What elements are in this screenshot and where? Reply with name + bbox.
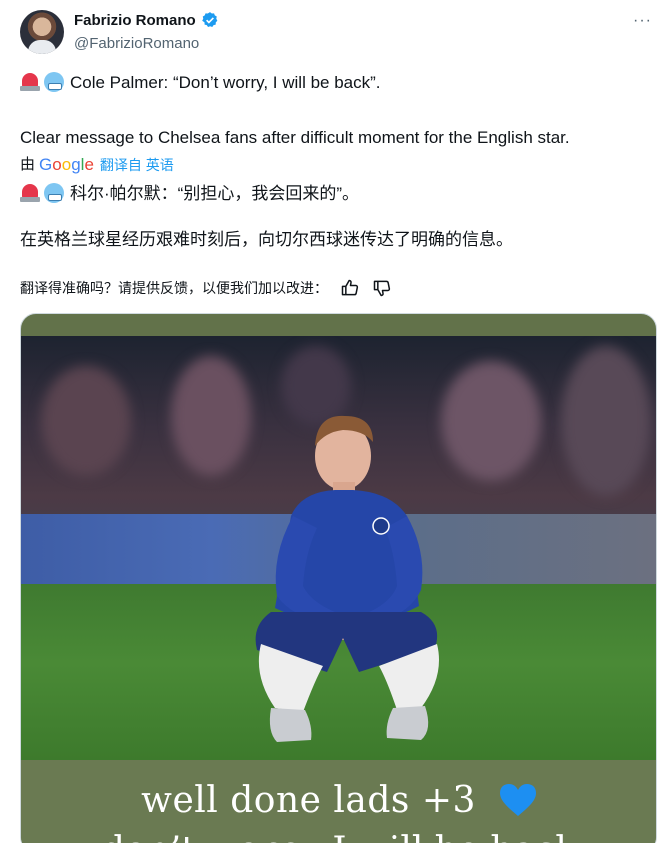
author-name-row: Fabrizio Romano xyxy=(74,11,219,29)
google-logo-icon: Google xyxy=(39,155,94,174)
more-options-icon[interactable]: ··· xyxy=(633,12,652,30)
translation-attribution: 由 Google 翻译自 英语 xyxy=(20,155,174,175)
tweet-text-1: Cole Palmer: “Don’t worry, I will be bac… xyxy=(70,73,381,92)
author-name[interactable]: Fabrizio Romano xyxy=(74,12,196,29)
player-figure xyxy=(255,415,439,742)
blue-heart-icon xyxy=(499,784,536,816)
grimace-emoji-icon xyxy=(44,72,64,92)
grimace-emoji-icon xyxy=(44,183,64,203)
translation-line-1: 科尔·帕尔默：“别担心，我会回来的”。 xyxy=(20,183,359,205)
tweet-header: Fabrizio Romano @FabrizioRomano ··· xyxy=(20,10,660,56)
tweet-line-1: Cole Palmer: “Don’t worry, I will be bac… xyxy=(20,72,381,94)
story-caption-area: well done lads +3 don’t worry, I will be… xyxy=(21,760,656,843)
tweet-text-2: Clear message to Chelsea fans after diff… xyxy=(20,128,570,147)
thumbs-up-icon[interactable] xyxy=(340,278,360,298)
caption-text-1: well done lads +3 xyxy=(141,780,476,821)
translation-text-1: 科尔·帕尔默：“别担心，我会回来的”。 xyxy=(70,184,359,203)
verified-badge-icon xyxy=(201,12,218,27)
thumbs-down-icon[interactable] xyxy=(372,278,392,298)
player-photo xyxy=(21,336,656,760)
story-caption-line-1: well done lads +3 xyxy=(21,780,656,821)
tweet-media[interactable]: well done lads +3 don’t worry, I will be… xyxy=(20,313,657,843)
translation-feedback: 翻译得准确吗？请提供反馈，以便我们加以改进： xyxy=(20,278,392,298)
feedback-prompt: 翻译得准确吗？请提供反馈，以便我们加以改进： xyxy=(20,280,328,296)
siren-emoji-icon xyxy=(20,72,40,91)
translated-from-link[interactable]: 翻译自 英语 xyxy=(100,155,174,175)
author-handle[interactable]: @FabrizioRomano xyxy=(74,35,199,52)
translation-text-2: 在英格兰球星经历艰难时刻后，向切尔西球迷传达了明确的信息。 xyxy=(20,230,513,249)
siren-emoji-icon xyxy=(20,183,40,202)
avatar-shirt xyxy=(28,40,56,54)
avatar[interactable] xyxy=(20,10,64,54)
story-caption-line-2: don’t worry, I will be back xyxy=(21,830,656,843)
translated-by-label: 由 xyxy=(20,156,36,173)
